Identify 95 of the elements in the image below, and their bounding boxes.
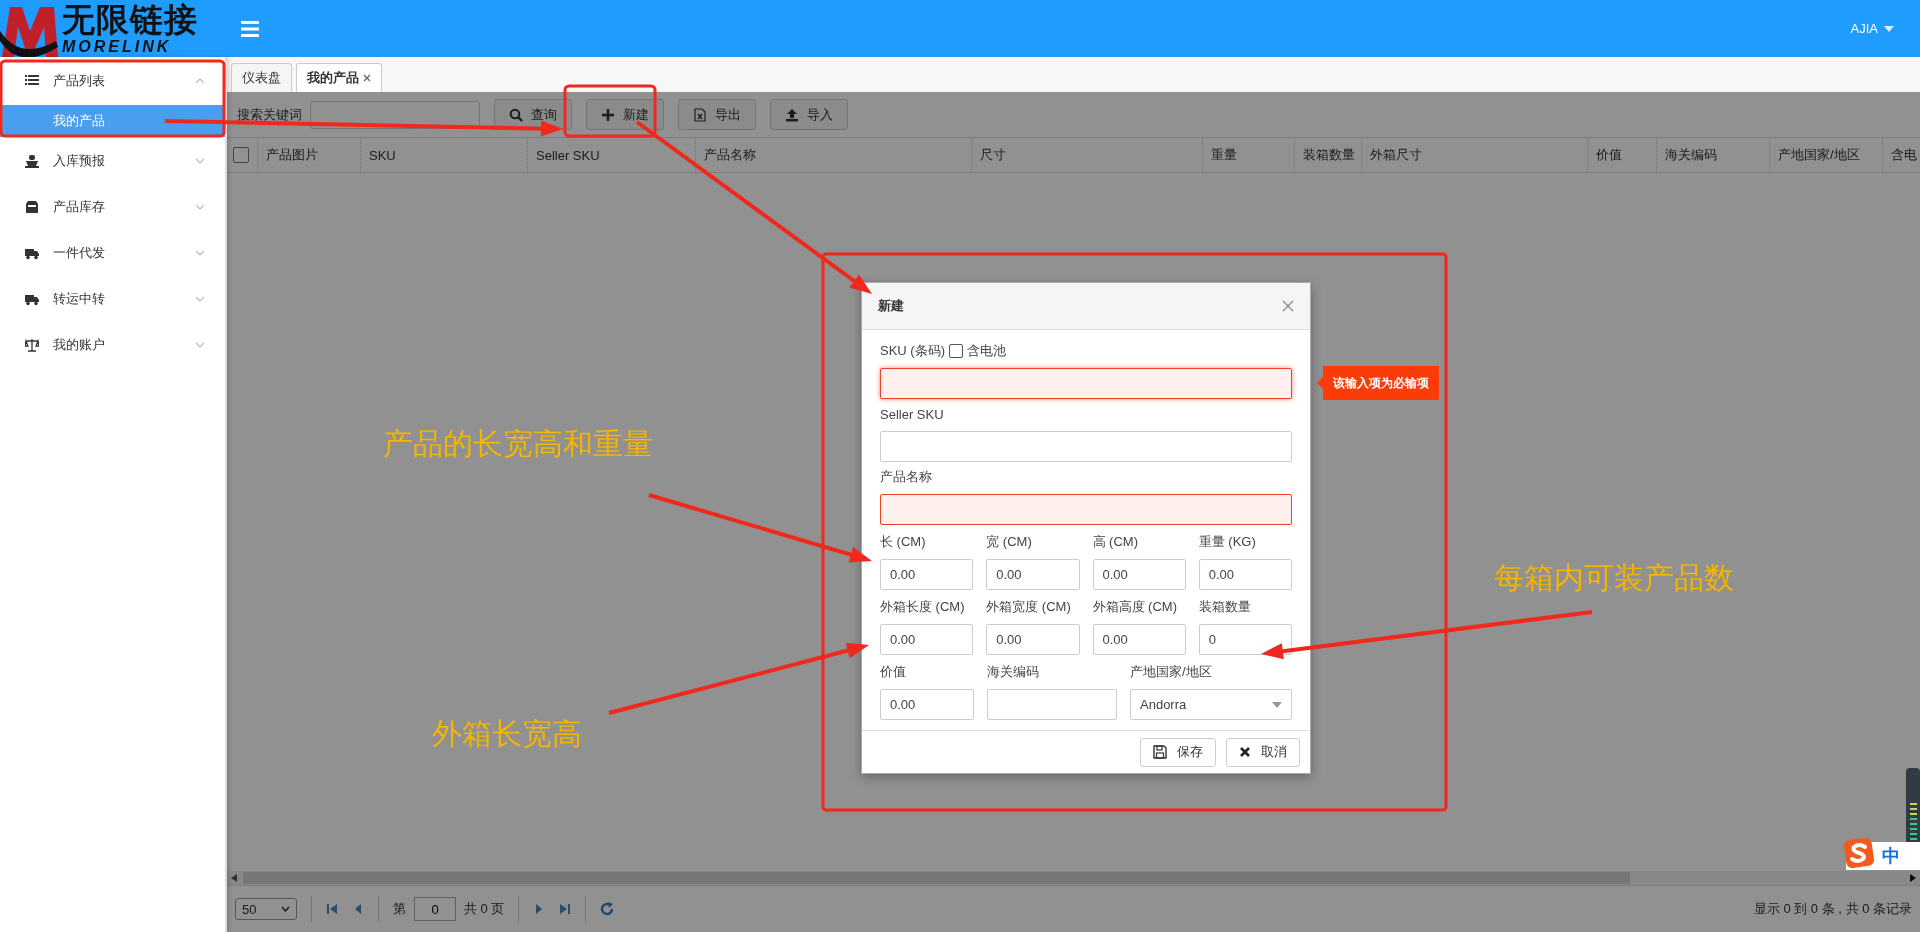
field-label: 外箱宽度 (CM) (986, 598, 1072, 616)
close-icon[interactable] (1282, 300, 1294, 312)
column-header[interactable]: Seller SKU (527, 138, 695, 172)
new-button[interactable]: 新建 (586, 99, 664, 130)
field-label: SKU (条码) (880, 342, 945, 360)
scale-icon (25, 338, 39, 352)
number-field[interactable]: 0.00 (1198, 559, 1292, 590)
number-field[interactable]: 0.00 (986, 559, 1080, 590)
chevron-icon (281, 906, 290, 912)
column-header[interactable]: 海关编码 (1656, 138, 1769, 172)
field-label: 重量 (KG) (1198, 533, 1257, 551)
column-header[interactable]: 外箱尺寸 (1361, 138, 1587, 172)
sidebar-item[interactable]: 转运中转 (0, 277, 225, 321)
column-header[interactable]: 装箱数量 (1294, 138, 1361, 172)
search-label: 搜索关键词 (237, 105, 302, 124)
logo-subtitle: MORELINK (62, 38, 173, 55)
field-label: 产地国家/地区 (1130, 663, 1213, 681)
page-size-select[interactable]: 50 (235, 898, 297, 920)
field-label: 宽 (CM) (986, 533, 1033, 551)
list-icon (25, 74, 39, 88)
column-header[interactable]: SKU (360, 138, 527, 172)
first-page-icon[interactable] (326, 903, 338, 915)
search-icon (509, 107, 523, 122)
number-field[interactable]: 0 (1198, 624, 1292, 655)
text-field[interactable] (880, 431, 1292, 462)
caret-icon (1884, 25, 1894, 32)
text-field[interactable] (880, 494, 1292, 525)
column-header[interactable]: 尺寸 (971, 138, 1202, 172)
number-field[interactable]: 0.00 (880, 559, 974, 590)
sidebar-item[interactable]: 产品库存 (0, 185, 225, 229)
column-header[interactable]: 产地国家/地区 (1769, 138, 1882, 172)
menu-icon[interactable] (241, 20, 259, 37)
inbox-icon (25, 200, 39, 214)
select-all-checkbox[interactable] (233, 147, 249, 163)
truck-icon (25, 246, 39, 260)
field-label: 高 (CM) (1092, 533, 1139, 551)
checkbox-label: 含电池 (967, 342, 1006, 360)
ime-logo-icon (1844, 838, 1874, 868)
tab[interactable]: 仪表盘 (231, 63, 292, 92)
column-header[interactable]: 重量 (1202, 138, 1294, 172)
field-label: Seller SKU (880, 406, 944, 422)
horizontal-scrollbar[interactable] (227, 871, 1920, 885)
page-label: 第 (393, 900, 406, 918)
number-field[interactable]: 0.00 (1092, 624, 1186, 655)
sidebar-item[interactable]: 产品列表 (0, 59, 225, 103)
page-number-field[interactable]: 0 (414, 897, 456, 921)
tab[interactable]: 我的产品 (296, 63, 382, 92)
number-field[interactable]: 0.00 (986, 624, 1080, 655)
country-select[interactable]: Andorra (1130, 689, 1292, 720)
save-icon (1153, 745, 1167, 759)
close-icon (1239, 746, 1251, 758)
record-summary: 显示 0 到 0 条 , 共 0 条记录 (1753, 900, 1912, 918)
number-field[interactable]: 0.00 (1092, 559, 1186, 590)
column-header[interactable]: 含电 (1882, 138, 1920, 172)
column-header[interactable]: 产品图片 (257, 138, 360, 172)
logo-title: 无限链接 (62, 2, 198, 38)
column-header[interactable]: 价值 (1587, 138, 1656, 172)
sidebar-item[interactable]: 我的账户 (0, 323, 225, 367)
cancel-button[interactable]: 取消 (1226, 737, 1300, 767)
ship-icon (25, 154, 39, 168)
field-label: 外箱高度 (CM) (1092, 598, 1178, 616)
error-tooltip: 该输入项为必输项 (1317, 366, 1439, 400)
volume-meter-icon (1906, 768, 1920, 844)
column-header[interactable]: 产品名称 (695, 138, 971, 172)
field-label: 外箱长度 (CM) (880, 598, 966, 616)
dialog-title: 新建 (878, 297, 904, 315)
sidebar-item[interactable]: 一件代发 (0, 231, 225, 275)
caret-icon (1272, 701, 1282, 708)
export-button[interactable]: 导出 (678, 99, 756, 130)
last-page-icon[interactable] (559, 903, 572, 915)
field-label: 产品名称 (880, 468, 932, 486)
annotation-label: 产品的长宽高和重量 (383, 426, 653, 462)
field-label: 装箱数量 (1198, 598, 1252, 616)
annotation-label: 每箱内可装产品数 (1494, 560, 1734, 596)
close-icon[interactable] (363, 74, 371, 82)
refresh-icon[interactable] (600, 902, 615, 916)
upload-icon (785, 107, 799, 122)
page-total: 共 0 页 (464, 900, 505, 918)
battery-checkbox[interactable] (949, 344, 963, 358)
number-field[interactable] (987, 689, 1117, 720)
field-label: 海关编码 (987, 663, 1040, 681)
truck-icon (25, 292, 39, 306)
sidebar-item[interactable]: 入库预报 (0, 139, 225, 183)
plus-icon (601, 107, 615, 122)
scroll-left-icon[interactable] (231, 874, 237, 882)
annotation-label: 外箱长宽高 (432, 716, 582, 752)
field-label: 长 (CM) (880, 533, 927, 551)
import-button[interactable]: 导入 (770, 99, 848, 130)
save-button[interactable]: 保存 (1140, 737, 1216, 767)
sku-field[interactable] (880, 368, 1292, 399)
scroll-right-icon[interactable] (1910, 874, 1916, 882)
field-label: 价值 (880, 663, 907, 681)
spreadsheet-file-icon (693, 107, 707, 122)
number-field[interactable]: 0.00 (880, 624, 974, 655)
number-field[interactable]: 0.00 (880, 689, 974, 720)
